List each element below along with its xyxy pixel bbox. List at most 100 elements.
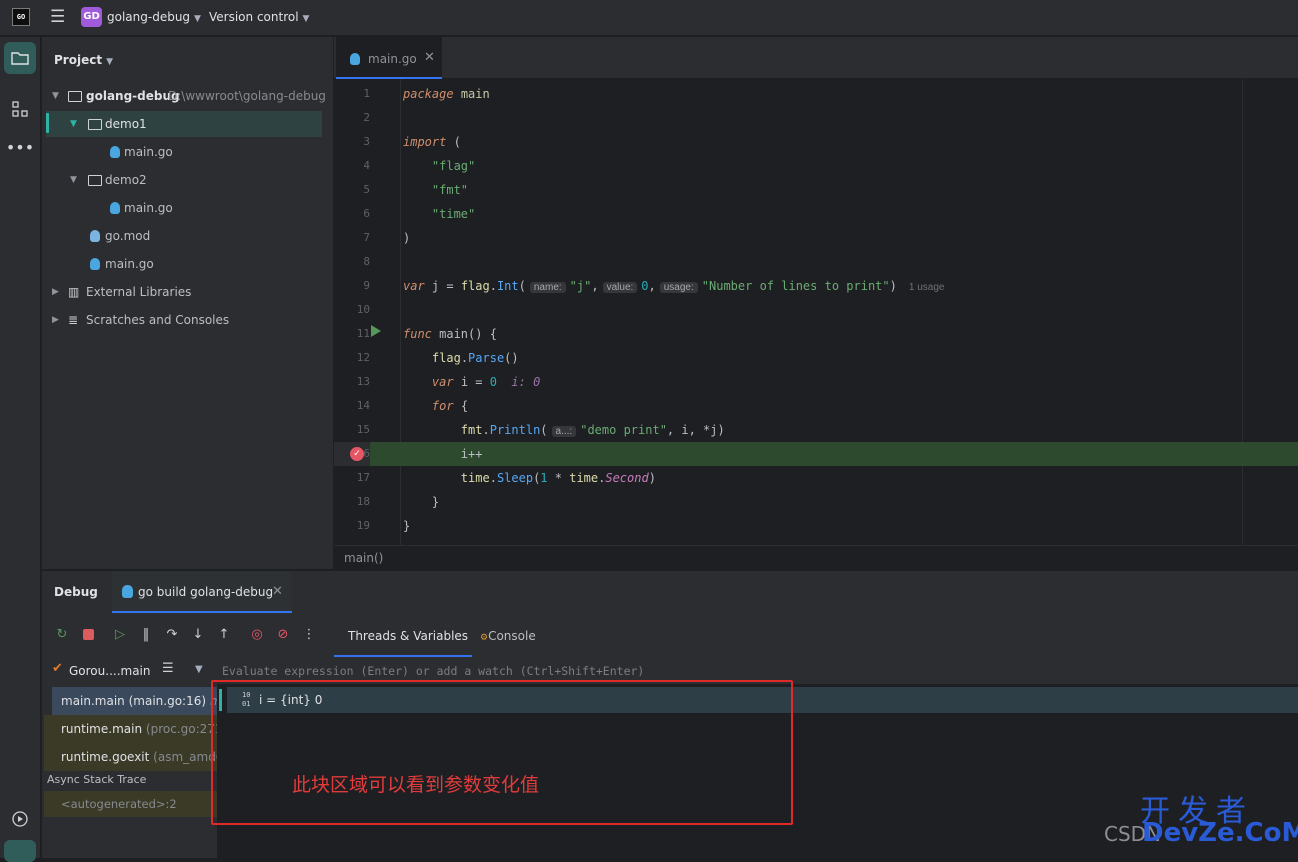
step-over-icon[interactable]: ↷ — [164, 627, 180, 643]
more-tools-icon[interactable]: ••• — [4, 133, 36, 165]
chevron-right-icon: ▶ — [52, 315, 59, 325]
library-icon: ▥ — [68, 285, 80, 299]
code-line: 3 import ( — [363, 135, 461, 149]
code-line: 8 — [363, 255, 370, 268]
tab-main-go[interactable]: main.go ✕ — [336, 37, 442, 79]
editor-tabs: main.go ✕ — [334, 37, 1298, 79]
async-frame[interactable]: <autogenerated>:2 — [44, 791, 217, 817]
param-hint: value: — [602, 282, 638, 293]
mute-breakpoints-icon[interactable]: ⊘ — [275, 627, 291, 643]
code-editor[interactable]: main.go ✕ 1 package main 2 3 import ( 4 "f… — [334, 37, 1298, 569]
close-icon[interactable]: ✕ — [272, 584, 283, 599]
tree-scratches-consoles[interactable]: ▶ ≣ Scratches and Consoles — [42, 307, 333, 333]
services-icon[interactable] — [4, 803, 36, 835]
view-breakpoints-icon[interactable]: ◎ — [249, 627, 265, 643]
current-execution-line: 16 i++ — [334, 442, 1298, 466]
code-line: 18 } — [356, 495, 440, 509]
tab-console[interactable]: ⚙Console — [480, 629, 536, 643]
annotation-text: 此块区域可以看到参数变化值 — [292, 774, 540, 796]
async-stack-trace-header: Async Stack Trace — [47, 773, 147, 786]
hamburger-menu-icon[interactable]: ☰ — [50, 9, 68, 27]
folder-icon — [88, 175, 102, 186]
console-icon: ⚙ — [480, 633, 489, 643]
chevron-down-icon: ▼ — [70, 175, 77, 185]
vcs-label: Version control — [209, 10, 299, 24]
tab-label: main.go — [368, 52, 417, 66]
checkmark-icon: ✔ — [52, 661, 63, 676]
usage-count[interactable]: 1 usage — [909, 282, 945, 293]
chevron-down-icon[interactable]: ▼ — [195, 664, 203, 675]
code-line: 5 "fmt" — [363, 183, 469, 197]
tree-root-golang-debug[interactable]: ▼ golang-debug D:\wwwroot\golang-debug — [42, 83, 333, 109]
more-options-icon[interactable]: ⋮ — [301, 627, 317, 643]
code-line: 15 fmt.Println(a...: "demo print", i, *j) — [356, 423, 725, 437]
go-file-icon — [110, 146, 120, 158]
chevron-down-icon: ▼ — [194, 14, 201, 24]
structure-icon[interactable] — [4, 93, 36, 125]
code-line: 11 func main() { — [356, 327, 497, 341]
param-hint: a...: — [551, 426, 577, 437]
debug-session-tab[interactable]: go build golang-debug ✕ — [112, 571, 292, 613]
debug-subtabs: Threads & Variables ⚙Console — [334, 613, 1298, 657]
debug-title: Debug — [54, 585, 98, 599]
param-hint: usage: — [659, 282, 698, 293]
rerun-icon[interactable]: ↻ — [54, 627, 70, 643]
code-line: 7) — [363, 231, 411, 245]
stack-frame[interactable]: runtime.goexit (asm_amd64 — [44, 743, 217, 771]
code-line: 17 time.Sleep(1 * time.Second) — [356, 471, 656, 485]
breadcrumb-item[interactable]: main() — [344, 551, 383, 565]
left-tool-strip: ••• — [0, 37, 41, 862]
breadcrumb: main() — [334, 545, 1298, 569]
chevron-down-icon: ▼ — [106, 57, 113, 67]
stack-frame[interactable]: runtime.main (proc.go:271) — [44, 715, 217, 743]
go-file-icon — [350, 53, 360, 65]
tree-file-go-mod[interactable]: go.mod — [42, 223, 333, 249]
project-panel: Project ▼ ▼ golang-debug D:\wwwroot\golan… — [42, 37, 333, 569]
close-icon[interactable]: ✕ — [424, 50, 435, 65]
folder-icon — [68, 91, 82, 102]
project-name: golang-debug — [107, 10, 191, 24]
code-line: 4 "flag" — [363, 159, 476, 173]
code-line: 13 var i = 0 i: 0 — [356, 375, 541, 389]
filter-lines-icon[interactable]: ☰ — [162, 661, 174, 676]
tree-file-demo2-main-go[interactable]: main.go — [42, 195, 333, 221]
pause-icon[interactable]: ‖ — [138, 627, 154, 643]
code-line: 2 — [363, 111, 370, 124]
goroutine-selector[interactable]: Gorou....main — [69, 664, 151, 678]
tree-folder-demo1[interactable]: ▼ demo1 — [46, 111, 322, 137]
chevron-down-icon: ▼ — [70, 119, 77, 129]
version-control-menu[interactable]: Version control ▼ — [209, 10, 309, 24]
code-line: 6 "time" — [363, 207, 476, 221]
code-line: 14 for { — [356, 399, 469, 413]
tab-threads-variables[interactable]: Threads & Variables — [334, 613, 472, 657]
chevron-right-icon: ▶ — [52, 287, 59, 297]
selection-marker — [46, 113, 49, 133]
project-selector[interactable]: golang-debug ▼ — [107, 10, 201, 24]
resume-icon[interactable]: ▷ — [112, 627, 128, 643]
go-file-icon — [110, 202, 120, 214]
tree-file-main-go[interactable]: main.go — [42, 251, 333, 277]
code-line: 10 — [356, 303, 370, 316]
tree-file-demo1-main-go[interactable]: main.go — [42, 139, 333, 165]
tree-external-libraries[interactable]: ▶ ▥ External Libraries — [42, 279, 333, 305]
stack-frame[interactable]: main.main (main.go:16) ma — [52, 687, 217, 715]
go-build-icon — [122, 585, 133, 598]
go-file-icon — [90, 258, 100, 270]
annotation-box — [211, 680, 793, 825]
project-badge[interactable]: GD — [81, 7, 102, 27]
stop-icon[interactable] — [80, 627, 96, 643]
chevron-down-icon: ▼ — [302, 14, 310, 24]
debug-tool-icon[interactable] — [4, 840, 36, 862]
project-folder-icon[interactable] — [4, 42, 36, 74]
step-into-icon[interactable]: ↓ — [190, 627, 206, 643]
chevron-down-icon: ▼ — [52, 91, 59, 101]
tree-folder-demo2[interactable]: ▼ demo2 — [42, 167, 333, 193]
code-line: 9 var j = flag.Int(name: "j", value: 0, usage… — [363, 279, 945, 293]
run-gutter-icon[interactable] — [371, 325, 381, 337]
inline-value: i: 0 — [511, 375, 541, 389]
goland-logo: GO — [12, 8, 30, 26]
breakpoint-icon[interactable]: ✓ — [350, 447, 364, 461]
step-out-icon[interactable]: ↑ — [216, 627, 232, 643]
code-line: 1 package main — [363, 87, 490, 101]
project-panel-header[interactable]: Project ▼ — [54, 53, 113, 67]
